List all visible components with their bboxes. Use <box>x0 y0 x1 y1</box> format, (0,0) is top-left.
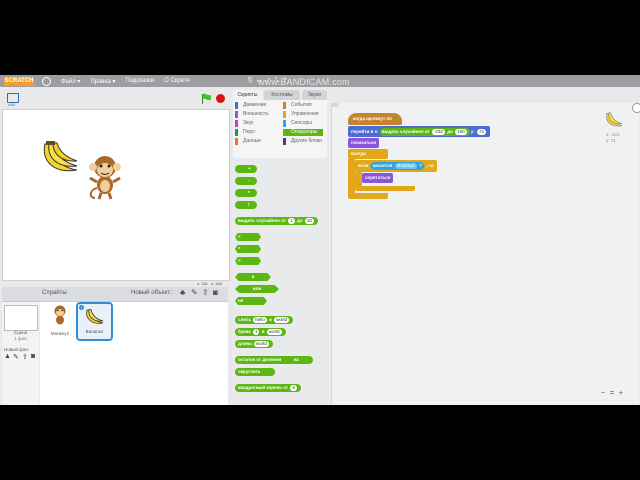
stage-backdrop-count: 1 фон <box>14 336 27 341</box>
script-area-scroll-left[interactable] <box>332 103 338 107</box>
monkey-sprite[interactable] <box>87 154 123 200</box>
menu-hints[interactable]: Подсказки <box>125 78 154 84</box>
menu-about[interactable]: О Скретч <box>164 78 190 84</box>
upload-sprite-icon[interactable]: ⇪ <box>202 288 209 297</box>
category-control[interactable]: Управление <box>283 111 319 118</box>
zoom-controls: − = + <box>601 390 623 397</box>
scratch-editor: SCRATCH Файл ▾ Правка ▾ Подсказки О Скре… <box>0 75 640 405</box>
stage-canvas[interactable] <box>2 109 230 281</box>
block-divide[interactable]: / <box>235 201 257 209</box>
editor-tabs: Скрипты Костюмы Звуки <box>231 89 329 100</box>
operator-blocks: + - * / выдать случайное от 1 до 10 < = … <box>231 161 329 405</box>
sprite-label: Monkey2 <box>50 331 70 336</box>
block-add[interactable]: + <box>235 165 257 173</box>
camera-backdrop-icon[interactable]: ◙ <box>31 353 35 360</box>
stage-thumbnail-pane: Сцена 1 фон Новый фон: ▲ ✎ ⇪ ◙ <box>2 302 39 405</box>
script-area[interactable]: когда щелкнут по ⚑ перейти в х: выдать с… <box>331 103 639 405</box>
block-greater-than[interactable]: > <box>235 257 261 265</box>
fullscreen-icon[interactable] <box>7 93 19 103</box>
block-when-flag-clicked[interactable]: когда щелкнут по ⚑ <box>348 113 403 125</box>
category-looks[interactable]: Внешность <box>235 111 269 118</box>
language-globe-icon[interactable] <box>42 76 51 86</box>
help-tab-icon[interactable] <box>632 103 640 113</box>
category-motion[interactable]: Движение <box>235 102 266 109</box>
stage-thumbnail[interactable] <box>4 305 38 331</box>
block-not[interactable]: не <box>235 297 267 305</box>
block-palette: Скрипты Костюмы Звуки Движение Внешность… <box>231 89 329 405</box>
category-data[interactable]: Данные <box>235 138 261 145</box>
block-or[interactable]: или <box>235 285 279 293</box>
bananas-sprite[interactable] <box>39 140 81 176</box>
choose-sprite-library-icon[interactable]: ♣ <box>180 288 185 297</box>
block-hide[interactable]: спрятаться <box>362 173 394 183</box>
new-object-label: Новый объект: <box>131 290 172 296</box>
block-categories: Движение Внешность Звук Перо Данные Собы… <box>233 100 327 158</box>
category-more-blocks[interactable]: Другие блоки <box>283 138 322 145</box>
tab-costumes[interactable]: Костюмы <box>264 90 300 100</box>
block-sqrt[interactable]: квадратный корень от 9 <box>235 384 301 392</box>
sprites-header: Спрайты Новый объект: ♣ ✎ ⇪ ◙ <box>2 287 228 302</box>
stage-label: Сцена <box>13 330 28 335</box>
paint-backdrop-icon[interactable]: ✎ <box>13 353 19 361</box>
nested-pick-random[interactable]: выдать случайное от -232 до 190 <box>379 128 470 136</box>
sprites-title: Спрайты <box>42 290 67 296</box>
menu-file[interactable]: Файл ▾ <box>61 78 80 85</box>
forever-top: всегда <box>348 149 388 159</box>
tab-scripts[interactable]: Скрипты <box>233 90 262 100</box>
stop-icon[interactable] <box>216 94 225 103</box>
category-operators[interactable]: Операторы <box>283 129 323 136</box>
menu-bar: SCRATCH Файл ▾ Правка ▾ Подсказки О Скре… <box>0 75 640 87</box>
block-round[interactable]: округлить <box>235 368 275 376</box>
category-events[interactable]: События <box>283 102 312 109</box>
category-sensing[interactable]: Сенсоры <box>283 120 312 127</box>
menu-edit[interactable]: Правка ▾ <box>90 78 115 85</box>
bandicam-watermark: www.BANDICAM.com <box>258 77 350 87</box>
forever-bottom <box>348 193 388 199</box>
forever-arm <box>348 159 355 193</box>
block-less-than[interactable]: < <box>235 233 261 241</box>
block-mod[interactable]: остаток от деления на <box>235 356 314 364</box>
sprite-thumb-bananas[interactable]: i Bananas <box>76 302 113 341</box>
new-backdrop-label: Новый фон: <box>4 347 30 352</box>
paint-new-sprite-icon[interactable]: ✎ <box>191 288 198 297</box>
bananas-thumbnail <box>86 309 104 324</box>
if-bottom <box>355 186 415 191</box>
if-header: если касается Monkey2 ? , то <box>355 160 437 172</box>
if-arm <box>355 172 362 186</box>
zoom-out-button[interactable]: − <box>601 390 605 397</box>
block-subtract[interactable]: - <box>235 177 257 185</box>
green-flag-icon[interactable] <box>201 93 212 104</box>
scratch-logo[interactable]: SCRATCH <box>4 76 34 86</box>
block-go-to-xy[interactable]: перейти в х: выдать случайное от -232 до… <box>348 126 491 137</box>
sprite-thumb-monkey2[interactable]: Monkey2 <box>44 304 76 340</box>
stage-header: v461 <box>2 88 230 108</box>
tab-sounds[interactable]: Звуки <box>302 90 327 100</box>
block-pick-random[interactable]: выдать случайное от 1 до 10 <box>235 217 318 225</box>
block-and[interactable]: и <box>235 273 271 281</box>
sprite-y-readout: y: 71 <box>606 138 616 143</box>
block-join[interactable]: слить hello и world <box>235 316 293 324</box>
block-length-of[interactable]: длина world <box>235 340 273 348</box>
backdrop-library-icon[interactable]: ▲ <box>4 353 11 360</box>
zoom-reset-button[interactable]: = <box>610 390 614 397</box>
camera-icon[interactable]: ◙ <box>213 288 218 297</box>
block-letter-of[interactable]: буква 1 в world <box>235 328 286 336</box>
sprite-x-readout: x: -121 <box>606 132 620 137</box>
flag-icon: ⚑ <box>393 116 398 121</box>
block-show[interactable]: показаться <box>348 138 380 148</box>
block-multiply[interactable]: * <box>235 189 257 197</box>
duplicate-icon[interactable]: ⎘ <box>248 78 253 85</box>
current-sprite-bananas-icon <box>606 112 623 127</box>
category-pen[interactable]: Перо <box>235 129 255 136</box>
category-sound[interactable]: Звук <box>235 120 253 127</box>
sprite-list: Monkey2 i Bananas <box>40 302 228 405</box>
zoom-in-button[interactable]: + <box>619 390 623 397</box>
version-label: v461 <box>8 103 16 107</box>
upload-backdrop-icon[interactable]: ⇪ <box>22 353 28 361</box>
block-equals[interactable]: = <box>235 245 261 253</box>
sprite-label: Bananas <box>85 329 104 334</box>
touching-sensor[interactable]: касается Monkey2 ? <box>369 162 425 170</box>
monkey-thumbnail <box>54 305 66 325</box>
